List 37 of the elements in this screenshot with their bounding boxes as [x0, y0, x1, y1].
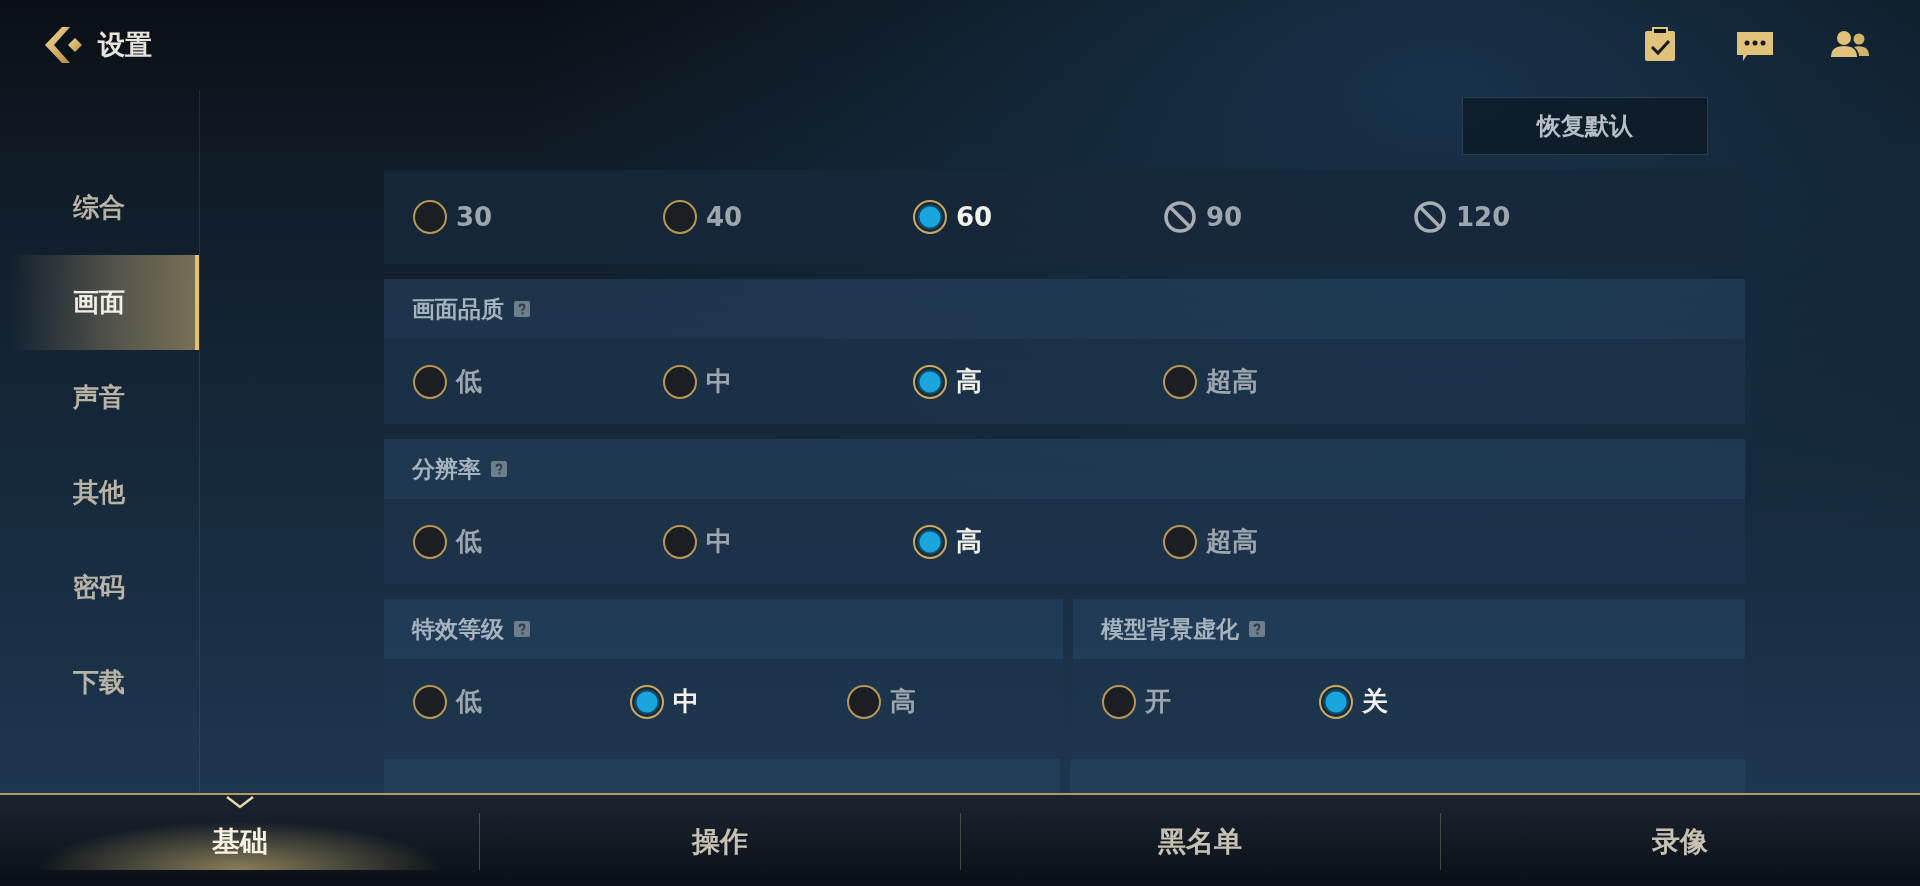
sidebar-item[interactable]: 其他 [0, 445, 199, 540]
help-icon[interactable] [1249, 621, 1265, 637]
radio-option[interactable]: 低 [412, 682, 629, 721]
radio-option: 90 [1162, 197, 1412, 237]
section-title: 画面品质 [412, 294, 504, 324]
radio-option[interactable]: 高 [846, 682, 1063, 721]
radio-option[interactable]: 高 [912, 522, 1162, 561]
restore-defaults-button[interactable]: 恢复默认 [1462, 97, 1708, 155]
radio-option[interactable]: 30 [412, 197, 662, 237]
bottom-tab[interactable]: 黑名单 [959, 813, 1440, 870]
radio-option: 120 [1412, 197, 1662, 237]
section-title: 特效等级 [412, 614, 504, 644]
radio-option[interactable]: 开 [1101, 682, 1318, 721]
radio-option[interactable]: 中 [662, 362, 912, 401]
radio-option[interactable]: 中 [629, 682, 846, 721]
radio-option[interactable]: 超高 [1162, 522, 1412, 561]
sidebar-item[interactable]: 密码 [0, 540, 199, 635]
radio-option[interactable]: 低 [412, 362, 662, 401]
bottom-tab[interactable]: 操作 [479, 813, 960, 870]
page-title: 设置 [98, 27, 152, 62]
sidebar-item[interactable]: 下载 [0, 635, 199, 730]
section-title: 分辨率 [412, 454, 481, 484]
radio-option[interactable]: 60 [912, 197, 1162, 237]
radio-option[interactable]: 40 [662, 197, 912, 237]
help-icon[interactable] [514, 621, 530, 637]
radio-option[interactable]: 高 [912, 362, 1162, 401]
radio-option[interactable]: 超高 [1162, 362, 1412, 401]
caret-icon [224, 795, 255, 809]
help-icon[interactable] [491, 461, 507, 477]
help-icon[interactable] [514, 301, 530, 317]
radio-option[interactable]: 低 [412, 522, 662, 561]
radio-option[interactable]: 中 [662, 522, 912, 561]
sidebar-item[interactable]: 综合 [0, 160, 199, 255]
radio-option[interactable]: 关 [1318, 682, 1535, 721]
section-title: 模型背景虚化 [1101, 614, 1239, 644]
bottom-tab[interactable]: 录像 [1439, 813, 1920, 870]
sidebar-item[interactable]: 声音 [0, 350, 199, 445]
